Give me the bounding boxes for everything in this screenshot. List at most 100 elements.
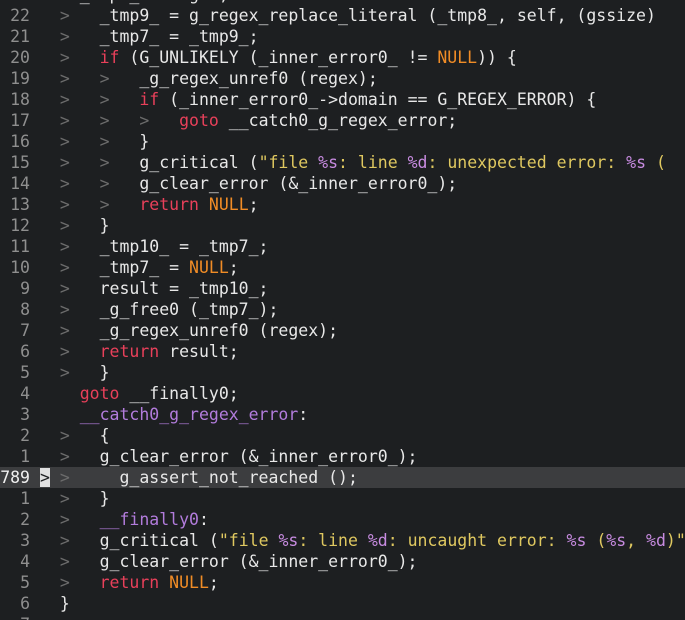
gutter-gap [30,152,40,173]
gutter-gap [30,467,40,488]
code-text: > > } [40,131,149,152]
code-token: "file [218,531,279,550]
code-text: > > g_assert_not_reached (); [40,467,358,488]
gutter-gap [30,278,40,299]
code-token: ; [248,195,259,214]
code-line[interactable]: 15 > > g_critical ("file %s: line %d: un… [0,152,685,173]
gutter-gap [30,446,40,467]
indent-marker: > > > [40,111,180,130]
line-number: 3 [20,531,30,550]
gutter-gap [30,5,40,26]
code-token: _g_regex_unref0 (regex); [99,321,339,340]
code-line[interactable]: 18 > > if (_inner_error0_->domain == G_R… [0,89,685,110]
line-number: 5 [20,573,30,592]
gutter-gap [30,551,40,572]
line-number: 7 [20,321,30,340]
code-token: __finally0 [99,510,199,529]
code-text: > g_critical ("file %s: line %d: uncaugh… [40,530,685,551]
code-token: NULL [208,195,249,214]
editor-lines: 23 _tmp8_ = regex;22 > _tmp9_ = g_regex_… [0,0,685,620]
code-line[interactable]: 21 > _tmp7_ = _tmp9_; [0,26,685,47]
code-line[interactable]: 6 > return result; [0,341,685,362]
code-token: _g_regex_unref0 (regex); [139,69,378,88]
code-line[interactable]: 5 > } [0,362,685,383]
indent-marker: > [40,237,100,256]
code-line[interactable]: 2 > __finally0: [0,509,685,530]
code-token: : uncaught error: [387,531,567,550]
line-number: 4 [20,384,30,403]
indent-marker: > > [40,90,140,109]
code-line[interactable]: 6 } [0,593,685,614]
code-line[interactable]: 7 [0,614,685,620]
code-text: > return NULL; [40,572,219,593]
gutter-gap [30,47,40,68]
code-token: %s [606,531,627,550]
code-token: ( [646,153,666,172]
code-line[interactable]: 20 > if (G_UNLIKELY (_inner_error0_ != N… [0,47,685,68]
code-line[interactable]: 3 > g_critical ("file %s: line %d: uncau… [0,530,685,551]
indent-marker: > [40,489,100,508]
code-token: { [99,426,110,445]
code-token: if [99,48,120,67]
line-number: 4 [20,552,30,571]
code-token: , [626,531,647,550]
code-token: _tmp9_ = g_regex_replace_literal (_tmp8_… [99,6,666,25]
line-number: 6 [20,594,30,613]
gutter-gap [30,425,40,446]
code-token: g_critical ( [139,153,259,172]
code-line[interactable]: 10 > _tmp7_ = NULL; [0,257,685,278]
code-token: } [99,216,110,235]
code-token: goto [179,111,219,130]
code-line[interactable]: 4 > g_clear_error (&_inner_error0_); [0,551,685,572]
code-line[interactable]: 2 > { [0,425,685,446]
gutter-gap [30,614,40,620]
code-token: (G_UNLIKELY (_inner_error0_ != [119,48,438,67]
indent-marker: > [40,342,100,361]
code-token: g_critical ( [99,531,219,550]
code-editor[interactable]: 23 _tmp8_ = regex;22 > _tmp9_ = g_regex_… [0,0,685,620]
current-code-line[interactable]: 789 > > g_assert_not_reached (); [0,467,685,488]
code-line[interactable]: 11 > _tmp10_ = _tmp7_; [0,236,685,257]
gutter-gap [30,257,40,278]
code-line[interactable]: 14 > > g_clear_error (&_inner_error0_); [0,173,685,194]
code-line[interactable]: 19 > > _g_regex_unref0 (regex); [0,68,685,89]
code-line[interactable]: 7 > _g_regex_unref0 (regex); [0,320,685,341]
code-line[interactable]: 12 > } [0,215,685,236]
line-number: 3 [20,405,30,424]
code-line[interactable]: 4 goto __finally0; [0,383,685,404]
code-line[interactable]: 17 > > > goto __catch0_g_regex_error; [0,110,685,131]
code-text: > _tmp7_ = NULL; [40,257,239,278]
indent-marker: > > [40,195,140,214]
code-text: > _tmp9_ = g_regex_replace_literal (_tmp… [40,5,666,26]
indent-marker: > [40,447,100,466]
line-number: 10 [10,258,30,277]
code-token: g_clear_error (&_inner_error0_); [139,174,458,193]
code-line[interactable]: 1 > g_clear_error (&_inner_error0_); [0,446,685,467]
line-number: 2 [20,510,30,529]
code-token: goto [79,384,120,403]
code-token: _tmp7_ = [99,258,190,277]
code-text: goto __finally0; [40,383,239,404]
gutter-gap [30,572,40,593]
code-line[interactable]: 8 > _g_free0 (_tmp7_); [0,299,685,320]
code-token: return [139,195,199,214]
code-token: : [298,405,309,424]
code-text: > __finally0: [40,509,209,530]
code-line[interactable]: 16 > > } [0,131,685,152]
line-number: 5 [20,363,30,382]
code-line[interactable]: 5 > return NULL; [0,572,685,593]
code-line[interactable]: 22 > _tmp9_ = g_regex_replace_literal (_… [0,5,685,26]
code-line[interactable]: 1 > } [0,488,685,509]
text-cursor: > [40,468,50,487]
code-token: g_assert_not_reached (); [99,468,358,487]
line-number: 7 [0,614,30,620]
code-token: return [99,573,160,592]
gutter-gap [30,26,40,47]
code-line[interactable]: 13 > > return NULL; [0,194,685,215]
code-token: %s [278,531,299,550]
code-line[interactable]: 3 __catch0_g_regex_error: [0,404,685,425]
gutter-gap [30,509,40,530]
code-line[interactable]: 9 > result = _tmp10_; [0,278,685,299]
